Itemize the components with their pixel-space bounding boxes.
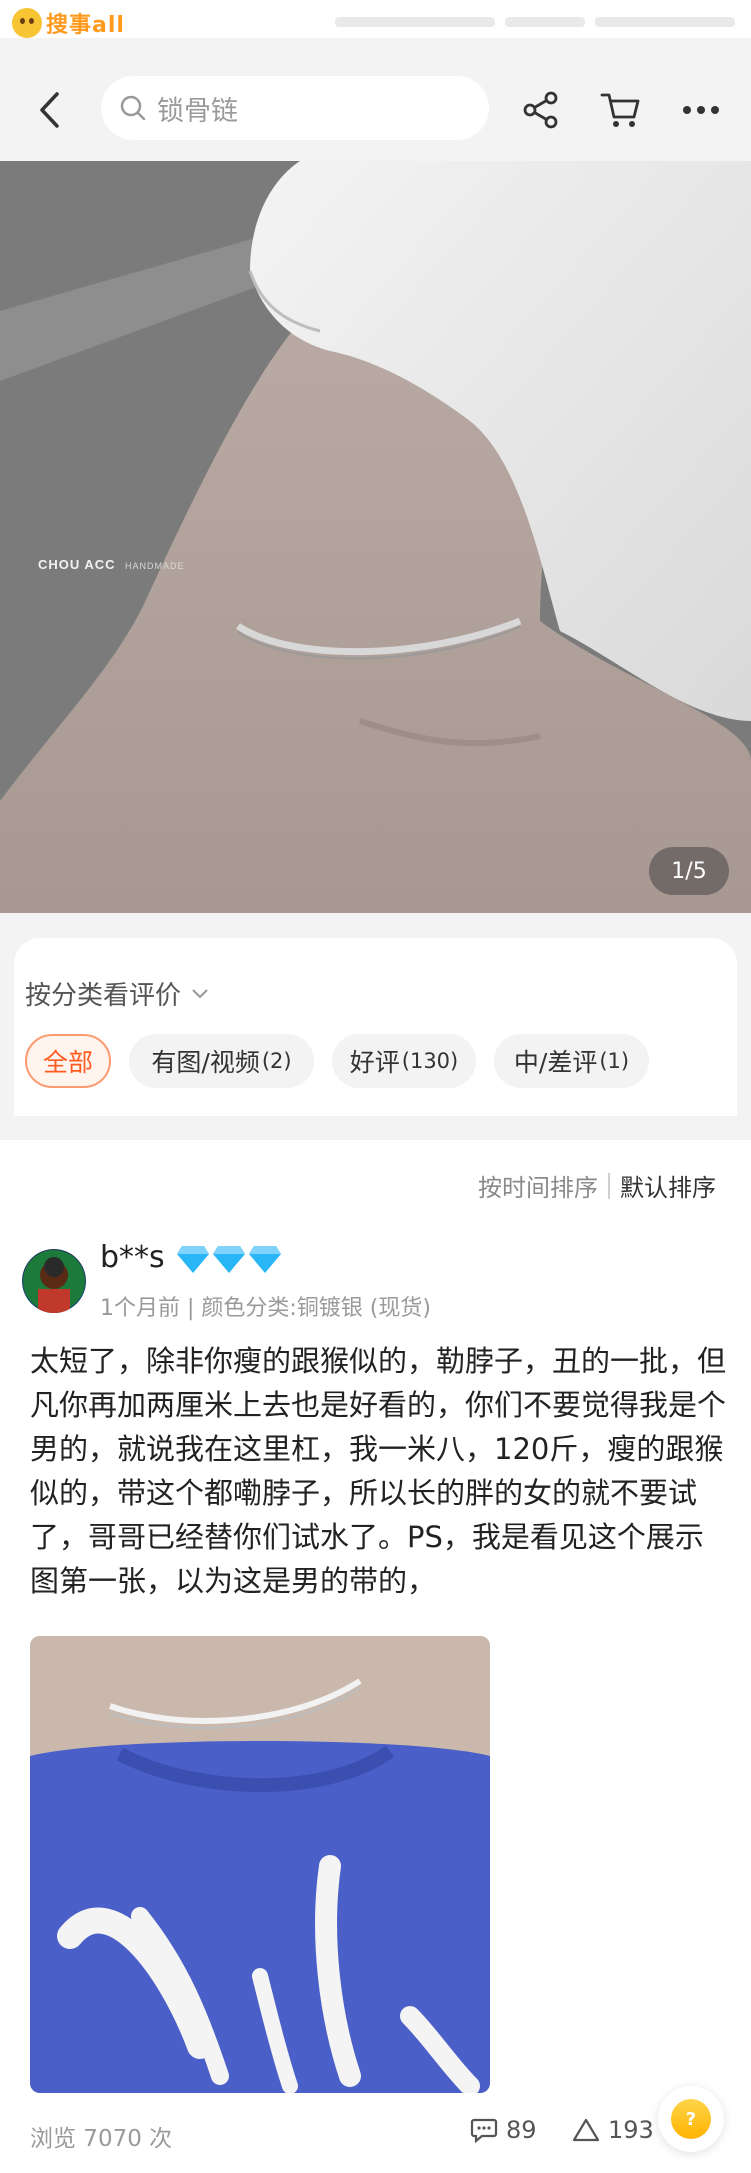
filter-chip-all[interactable]: 全部 bbox=[25, 1034, 111, 1088]
review-category-toggle[interactable]: 按分类看评价 bbox=[25, 975, 209, 1012]
diamond-icon bbox=[249, 1246, 281, 1273]
question-icon: ? bbox=[671, 2099, 711, 2139]
comment-count: 89 bbox=[506, 2116, 537, 2144]
section-divider bbox=[0, 1116, 751, 1140]
filter-chip-positive[interactable]: 好评 (130) bbox=[332, 1034, 476, 1088]
filter-chip-negative[interactable]: 中/差评 (1) bbox=[494, 1034, 649, 1088]
diamond-icon bbox=[213, 1246, 245, 1273]
sort-default[interactable]: 默认排序 bbox=[620, 1168, 716, 1203]
review-photo-image bbox=[30, 1636, 490, 2093]
chip-count: (1) bbox=[599, 1049, 630, 1073]
comment-button[interactable]: 89 bbox=[470, 2116, 537, 2144]
product-image[interactable]: CHOU ACC HANDMADE bbox=[0, 161, 751, 913]
like-count: 193 bbox=[608, 2116, 654, 2144]
view-count: 浏览 7070 次 bbox=[30, 2126, 173, 2152]
membership-badges bbox=[176, 1244, 282, 1274]
ask-question-button[interactable]: ? bbox=[658, 2086, 724, 2152]
chip-label: 好评 bbox=[349, 1048, 400, 1077]
product-photo: CHOU ACC HANDMADE bbox=[0, 161, 751, 913]
share-icon bbox=[523, 91, 558, 129]
search-icon bbox=[117, 92, 149, 124]
cart-icon bbox=[600, 93, 640, 127]
chip-label: 全部 bbox=[42, 1048, 93, 1077]
brand-caption: CHOU ACC bbox=[38, 557, 116, 572]
share-button[interactable] bbox=[517, 86, 565, 134]
header-bar: 锁骨链 bbox=[0, 38, 751, 161]
chip-label: 有图/视频 bbox=[151, 1048, 260, 1077]
chip-count: (130) bbox=[401, 1049, 459, 1073]
review-category-title: 按分类看评价 bbox=[25, 981, 182, 1011]
search-query-text: 锁骨链 bbox=[157, 95, 238, 127]
review-meta: 1个月前 | 颜色分类:铜镀银 (现货) bbox=[100, 1296, 431, 1321]
brand-caption-sub: HANDMADE bbox=[125, 561, 185, 571]
status-blur bbox=[335, 17, 495, 27]
status-bar: 搜事all bbox=[0, 0, 751, 38]
review-photo[interactable] bbox=[30, 1636, 490, 2093]
sort-by-time[interactable]: 按时间排序 bbox=[478, 1168, 598, 1203]
back-icon bbox=[40, 92, 59, 128]
back-button[interactable] bbox=[28, 88, 72, 132]
like-icon bbox=[572, 2118, 600, 2142]
reviewer-username: b**s bbox=[100, 1240, 165, 1275]
image-page-counter: 1/5 bbox=[649, 847, 729, 895]
search-input[interactable]: 锁骨链 bbox=[101, 76, 489, 140]
sort-divider bbox=[608, 1172, 610, 1199]
status-blur bbox=[595, 17, 735, 27]
more-button[interactable] bbox=[677, 86, 725, 134]
watermark-text: 搜事all bbox=[46, 13, 125, 38]
status-blur bbox=[505, 17, 585, 27]
comment-icon bbox=[470, 2118, 498, 2143]
sort-options: 按时间排序 默认排序 bbox=[478, 1168, 716, 1203]
watermark-logo: 搜事all bbox=[12, 8, 125, 38]
watermark-face-icon bbox=[12, 8, 42, 38]
review-text: 太短了，除非你瘦的跟猴似的，勒脖子，丑的一批，但凡你再加两厘米上去也是好看的，你… bbox=[30, 1344, 727, 1598]
chevron-down-icon bbox=[192, 988, 208, 998]
chip-label: 中/差评 bbox=[513, 1048, 598, 1077]
review-filter-card bbox=[14, 938, 737, 1116]
diamond-icon bbox=[177, 1246, 209, 1273]
like-button[interactable]: 193 bbox=[572, 2116, 654, 2144]
cart-button[interactable] bbox=[597, 86, 645, 134]
avatar[interactable] bbox=[22, 1249, 86, 1313]
chip-count: (2) bbox=[261, 1049, 292, 1073]
filter-chip-with-media[interactable]: 有图/视频 (2) bbox=[129, 1034, 314, 1088]
more-icon bbox=[683, 106, 719, 114]
